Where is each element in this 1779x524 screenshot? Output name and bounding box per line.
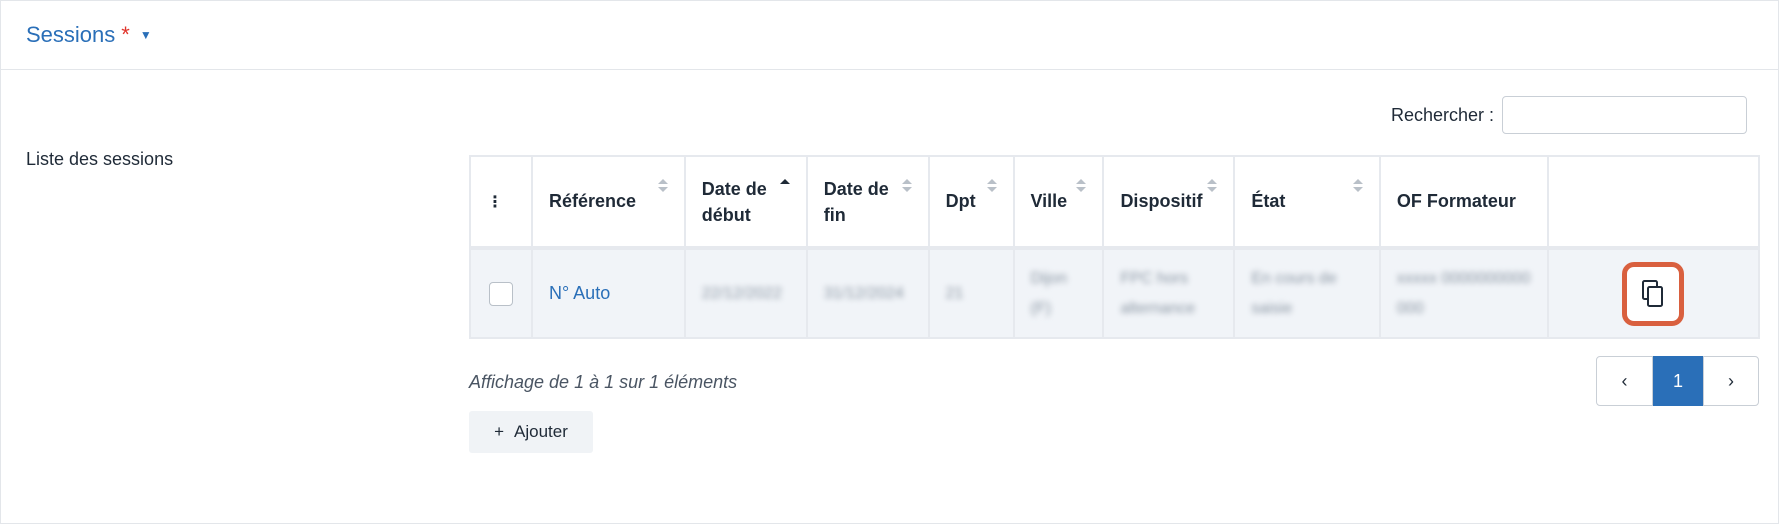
plus-icon: + — [494, 422, 505, 441]
cell-date-fin: 31/12/2024 — [805, 247, 930, 339]
cell-date-debut: 22/12/2022 — [683, 247, 808, 339]
copy-icon — [1642, 279, 1664, 307]
required-mark: * — [121, 22, 130, 47]
reference-link[interactable]: N° Auto — [549, 283, 610, 303]
cell-dispositif: FPC hors alternance — [1102, 247, 1236, 339]
header-actions — [1546, 155, 1761, 249]
sort-ascending-icon — [779, 179, 790, 195]
cell-actions — [1546, 247, 1761, 339]
header-ville[interactable]: Ville — [1012, 155, 1105, 249]
caret-down-icon: ▼ — [139, 28, 152, 42]
column-menu-icon[interactable]: ⋮ — [469, 155, 533, 249]
header-reference[interactable]: Référence — [530, 155, 686, 249]
sort-icon — [1207, 179, 1218, 195]
search-row: Rechercher : — [1391, 96, 1748, 134]
sessions-panel: Sessions * ▼ Liste des sessions Recherch… — [0, 0, 1779, 524]
sort-icon — [1076, 179, 1087, 195]
row-checkbox[interactable] — [488, 281, 513, 306]
pagination: ‹ 1 › — [1596, 356, 1759, 406]
next-page-button[interactable]: › — [1703, 356, 1759, 406]
header-etat[interactable]: État — [1233, 155, 1381, 249]
sort-icon — [1352, 179, 1363, 195]
sessions-table: ⋮ Référence Date de début Date de fin Dp… — [469, 155, 1761, 339]
duplicate-button[interactable] — [1622, 261, 1685, 326]
page-1-button[interactable]: 1 — [1653, 356, 1703, 406]
cell-etat: En cours de saisie — [1233, 247, 1381, 339]
etat-value: En cours de saisie — [1251, 269, 1337, 317]
add-button-label: Ajouter — [514, 422, 568, 441]
cell-dpt: 21 — [927, 247, 1015, 339]
header-date-debut[interactable]: Date de début — [683, 155, 808, 249]
table-row: N° Auto 22/12/2022 31/12/2024 21 Dijon (… — [469, 247, 1761, 339]
cell-of-formateur: xxxxx 0000000000000 — [1378, 247, 1549, 339]
sort-icon — [901, 179, 912, 195]
add-button[interactable]: + Ajouter — [469, 411, 593, 453]
date-fin-value: 31/12/2024 — [823, 284, 904, 302]
panel-header: Sessions * ▼ — [1, 1, 1778, 70]
sort-icon — [657, 179, 668, 195]
row-select-cell — [469, 247, 533, 339]
of-formateur-value: xxxxx 0000000000000 — [1396, 269, 1531, 317]
dispositif-value: FPC hors alternance — [1120, 269, 1196, 317]
search-label: Rechercher : — [1391, 104, 1495, 125]
table-header-row: ⋮ Référence Date de début Date de fin Dp… — [469, 155, 1761, 249]
search-input[interactable] — [1502, 96, 1748, 134]
header-date-fin[interactable]: Date de fin — [805, 155, 930, 249]
sort-icon — [986, 179, 997, 195]
section-title: Sessions — [26, 22, 116, 47]
table-info: Affichage de 1 à 1 sur 1 éléments — [469, 372, 738, 392]
date-debut-value: 22/12/2022 — [701, 284, 782, 302]
cell-reference: N° Auto — [530, 247, 686, 339]
list-label: Liste des sessions — [26, 149, 174, 169]
header-dispositif[interactable]: Dispositif — [1102, 155, 1236, 249]
header-dpt[interactable]: Dpt — [927, 155, 1015, 249]
cell-ville: Dijon (F) — [1012, 247, 1105, 339]
dpt-value: 21 — [945, 284, 964, 302]
previous-page-button[interactable]: ‹ — [1596, 356, 1653, 406]
sessions-section-toggle[interactable]: Sessions * ▼ — [26, 22, 152, 48]
header-of-formateur: OF Formateur — [1378, 155, 1549, 249]
ville-value: Dijon (F) — [1030, 269, 1067, 317]
